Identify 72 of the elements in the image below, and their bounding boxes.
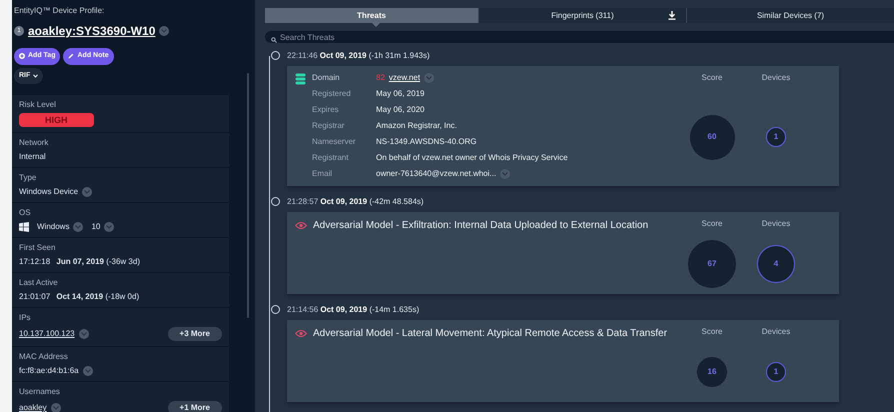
detail-label: Expires — [312, 104, 340, 116]
risk-badge: HIGH — [19, 113, 94, 127]
detail-label: Registrar — [312, 120, 346, 132]
detail-label: Nameserver — [312, 136, 357, 148]
pencil-icon — [68, 53, 74, 60]
dropdown-icon[interactable] — [82, 366, 93, 376]
field-label: Usernames — [19, 387, 61, 397]
scrollbar[interactable] — [247, 73, 249, 318]
os-version: 10 — [91, 222, 100, 232]
field-value: Internal — [19, 152, 46, 162]
detail-value: On behalf of vzew.net owner of Whois Privacy Service — [376, 152, 568, 164]
tab[interactable]: Fingerprints (311) — [478, 8, 686, 24]
tab[interactable]: Similar Devices (7) — [686, 8, 894, 24]
field-link[interactable]: aoakley — [19, 403, 47, 412]
field-value: Windows Device — [19, 187, 78, 197]
detail-value: NS-1349.AWSDNS-40.ORG — [376, 136, 477, 148]
detail-value: Amazon Registrar, Inc. — [376, 120, 457, 132]
download-icon[interactable] — [668, 11, 676, 20]
score-label: Score — [702, 72, 722, 84]
detail-value: owner-7613640@vzew.net.whoi... — [376, 168, 496, 180]
threat-title: Adversarial Model - Exfiltration: Internal Data Uploaded to External Location — [313, 219, 648, 233]
devices-label: Devices — [762, 72, 790, 84]
threat-timestamp: 21:14:56 Oct 09, 2019 (-14m 1.635s) — [287, 304, 420, 316]
dropdown-icon[interactable] — [424, 73, 434, 83]
tab-pointer-icon — [372, 23, 380, 28]
timestamp: 21:01:07 Oct 14, 2019 (-18w 0d) — [19, 292, 140, 302]
os-name: Windows — [37, 222, 70, 232]
field-label: Type — [19, 173, 38, 183]
search-icon — [271, 37, 277, 44]
field-link[interactable]: 10.137.100.123 — [19, 329, 75, 339]
eye-icon — [295, 329, 307, 338]
more-button[interactable]: +1 More — [168, 401, 222, 412]
detail-value: May 06, 2019 — [376, 88, 424, 100]
timestamp: 17:12:18 Jun 07, 2019 (-36w 3d) — [19, 257, 140, 267]
threat-timestamp: 21:28:57 Oct 09, 2019 (-42m 48.584s) — [287, 196, 425, 208]
devices-label: Devices — [762, 218, 790, 230]
detail-value: May 06, 2020 — [376, 104, 424, 116]
threat-title: Adversarial Model - Lateral Movement: Atypical Remote Access & Data Transfer — [313, 327, 668, 341]
field-label: Risk Level — [19, 100, 57, 110]
dropdown-icon[interactable] — [78, 329, 89, 339]
chevron-down-icon — [33, 74, 38, 78]
dropdown-icon[interactable] — [500, 169, 510, 179]
field-label: OS — [19, 208, 32, 218]
field-label: IPs — [19, 313, 32, 323]
field-value: fc:f8:ae:d4:b1:6a — [19, 366, 79, 376]
profile-caption: EntityIQ™ Device Profile: — [14, 5, 106, 17]
field-label: Last Active — [19, 278, 59, 288]
field-label: Network — [19, 138, 50, 148]
detail-label: Registered — [312, 88, 352, 100]
threat-timestamp: 22:11:46 Oct 09, 2019 (-1h 31m 1.943s) — [287, 50, 431, 62]
search-field[interactable]: Search Threats — [265, 31, 894, 43]
field-label: MAC Address — [19, 352, 69, 362]
detail-label: Registrant — [312, 152, 350, 164]
dropdown-icon[interactable] — [159, 26, 170, 36]
plus-icon — [19, 53, 25, 60]
score-label: Score — [702, 218, 722, 230]
domain-link[interactable]: vzew.net — [388, 72, 420, 84]
server-icon — [295, 73, 306, 85]
dropdown-icon[interactable] — [82, 187, 92, 197]
field-label: First Seen — [19, 243, 56, 253]
score-label: Score — [702, 326, 722, 338]
detail-label: Domain — [312, 72, 341, 84]
more-button[interactable]: +3 More — [168, 327, 222, 341]
devices-label: Devices — [762, 326, 790, 338]
dropdown-icon[interactable] — [104, 222, 114, 232]
dropdown-icon[interactable] — [73, 222, 84, 232]
windows-logo-icon — [19, 222, 29, 232]
dropdown-icon[interactable] — [50, 403, 61, 412]
eye-icon — [295, 221, 307, 230]
domain-score: 82 — [376, 72, 385, 84]
detail-label: Email — [312, 168, 334, 180]
device-name[interactable]: aoakley:SYS3690-W10 — [28, 22, 156, 40]
